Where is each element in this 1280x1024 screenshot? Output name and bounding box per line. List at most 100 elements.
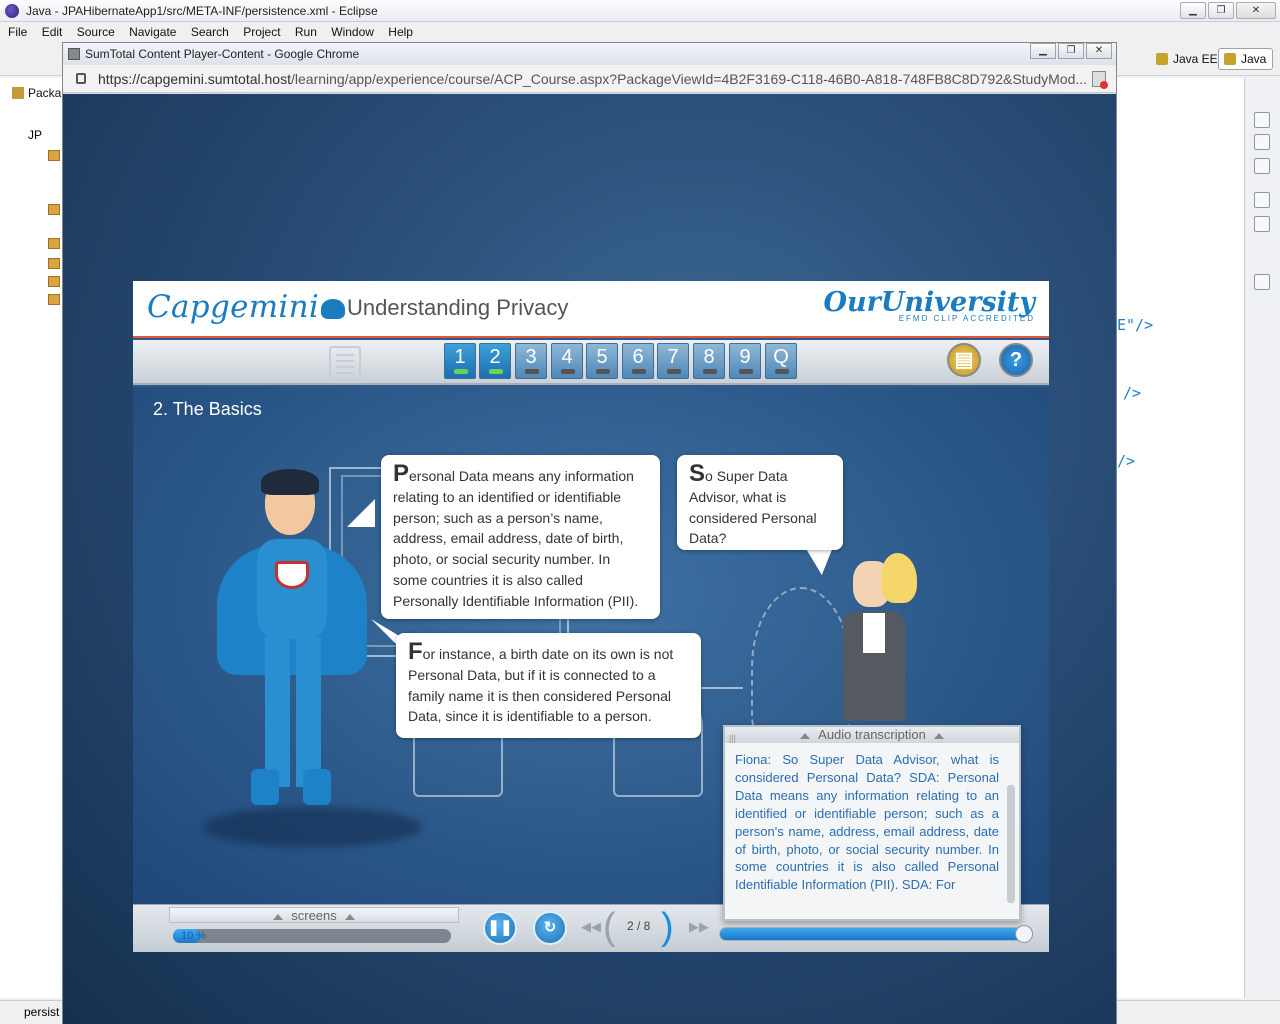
capgemini-logo: Capgemini [147,289,346,325]
screen-tab-7[interactable]: 7 [657,343,689,379]
screen-tab-number: 6 [632,346,644,368]
menu-list-icon[interactable] [329,346,361,380]
url-path: /learning/app/experience/course/ACP_Cour… [291,71,1088,87]
tree-project-label[interactable]: JP [28,128,42,142]
screen-tab-5[interactable]: 5 [586,343,618,379]
replay-button[interactable]: ↻ [533,911,567,945]
eclipse-app-icon [5,4,19,18]
hierarchy-icon[interactable] [1254,192,1270,208]
folder-icon[interactable] [48,238,60,249]
progress-indicator [561,369,575,374]
eclipse-title: Java - JPAHibernateApp1/src/META-INF/per… [26,4,378,18]
status-tab-label[interactable]: persist [24,1005,59,1019]
drop-cap: P [393,460,410,487]
screen-tab-8[interactable]: 8 [693,343,725,379]
menu-window[interactable]: Window [331,25,374,39]
audio-progress-handle[interactable] [1015,925,1033,943]
rewind-icon[interactable]: ◀◀ [581,919,601,935]
menu-edit[interactable]: Edit [42,25,63,39]
screen-tab-number: 8 [703,346,715,368]
menu-help[interactable]: Help [388,25,413,39]
boot [303,769,331,805]
console-icon[interactable] [1254,274,1270,290]
xml-fragment: E"/> [1117,316,1154,334]
transcript-header[interactable]: ||| Audio transcription [725,727,1019,743]
screen-tab-4[interactable]: 4 [551,343,583,379]
screen-tab-number: Q [773,346,789,368]
notes-button[interactable]: ▤ [947,343,981,377]
previous-screen-button[interactable]: ( [603,907,616,947]
audio-progress-track[interactable] [719,927,1033,941]
menu-search[interactable]: Search [191,25,229,39]
maximize-button[interactable]: ❐ [1058,43,1084,59]
progress-indicator [525,369,539,374]
screen-tab-3[interactable]: 3 [515,343,547,379]
perspective-java[interactable]: Java [1218,48,1274,70]
outline-icon[interactable] [1254,112,1270,128]
spade-icon [321,298,346,319]
xml-fragment: /> [1123,384,1142,402]
screen-tab-1[interactable]: 1 [444,343,476,379]
folder-icon[interactable] [48,204,60,215]
package-explorer-tab[interactable]: Packa [4,82,64,104]
package-icon [12,87,24,99]
chrome-titlebar: SumTotal Content Player-Content - Google… [63,43,1116,65]
folder-icon[interactable] [48,150,60,161]
screen-tab-number: 2 [489,346,501,368]
help-button[interactable]: ? [999,343,1033,377]
screen-tab-number: 3 [525,346,537,368]
task-list-icon[interactable] [1254,216,1270,232]
menu-navigate[interactable]: Navigate [129,25,176,39]
minimize-button[interactable]: ▁ [1180,2,1206,19]
perspective-java-ee[interactable]: Java EE [1150,48,1225,70]
javadoc-icon[interactable] [1254,134,1270,150]
screen-tab-number: 5 [596,346,608,368]
pause-button[interactable]: ❚❚ [483,911,517,945]
progress-indicator [739,369,753,374]
tab-label: Packa [28,86,62,100]
bubble-text: o Super Data Advisor, what is considered… [689,468,817,547]
fast-forward-icon[interactable]: ▶▶ [689,919,709,935]
page-icon [68,48,80,60]
menu-project[interactable]: Project [243,25,280,39]
transcript-text: Fiona: So Super Data Advisor, what is co… [735,752,999,893]
next-screen-button[interactable]: ) [661,907,674,947]
screens-label: screens [291,908,337,923]
maximize-button[interactable]: ❐ [1208,2,1234,19]
chrome-popup-window: SumTotal Content Player-Content - Google… [62,42,1117,1024]
screen-tab-2[interactable]: 2 [479,343,511,379]
help-icon: ? [1009,349,1023,371]
folder-icon[interactable] [48,258,60,269]
folder-icon[interactable] [48,294,60,305]
address-bar[interactable]: https://capgemini.sumtotal.host/learning… [63,65,1116,93]
page-viewport: Capgemini Understanding Privacy OurUnive… [63,94,1116,1024]
drag-grip-icon[interactable]: ||| [729,730,736,746]
brand-text: Capgemini [147,289,320,325]
transcript-scrollbar[interactable] [1007,785,1015,903]
close-button[interactable]: ✕ [1236,2,1276,19]
screen-tab-quiz[interactable]: Q [765,343,797,379]
progress-indicator [489,369,503,374]
close-button[interactable]: ✕ [1086,43,1112,59]
eclipse-menubar: File Edit Source Navigate Search Project… [0,22,1280,42]
our-university-logo: OurUniversity EFMD CLIP ACCREDITED [823,287,1035,323]
screen-navbar: 1 2 3 4 5 6 7 8 9 Q ▤ ? [133,340,1049,385]
screen-tab-9[interactable]: 9 [729,343,761,379]
declaration-icon[interactable] [1254,158,1270,174]
progress-indicator [596,369,610,374]
lock-icon[interactable] [76,73,86,84]
menu-source[interactable]: Source [77,25,115,39]
blocked-popup-icon[interactable] [1092,71,1108,89]
folder-icon[interactable] [48,276,60,287]
progress-indicator [775,369,789,374]
menu-file[interactable]: File [8,25,27,39]
screens-panel-toggle[interactable]: screens [169,907,459,923]
course-progress-track [173,929,451,943]
menu-run[interactable]: Run [295,25,317,39]
screen-tab-6[interactable]: 6 [622,343,654,379]
screen-heading: 2. The Basics [153,399,262,419]
perspective-label: Java EE [1173,52,1218,66]
legs [265,637,321,787]
minimize-button[interactable]: ▁ [1030,43,1056,59]
screen-tab-number: 9 [739,346,751,368]
